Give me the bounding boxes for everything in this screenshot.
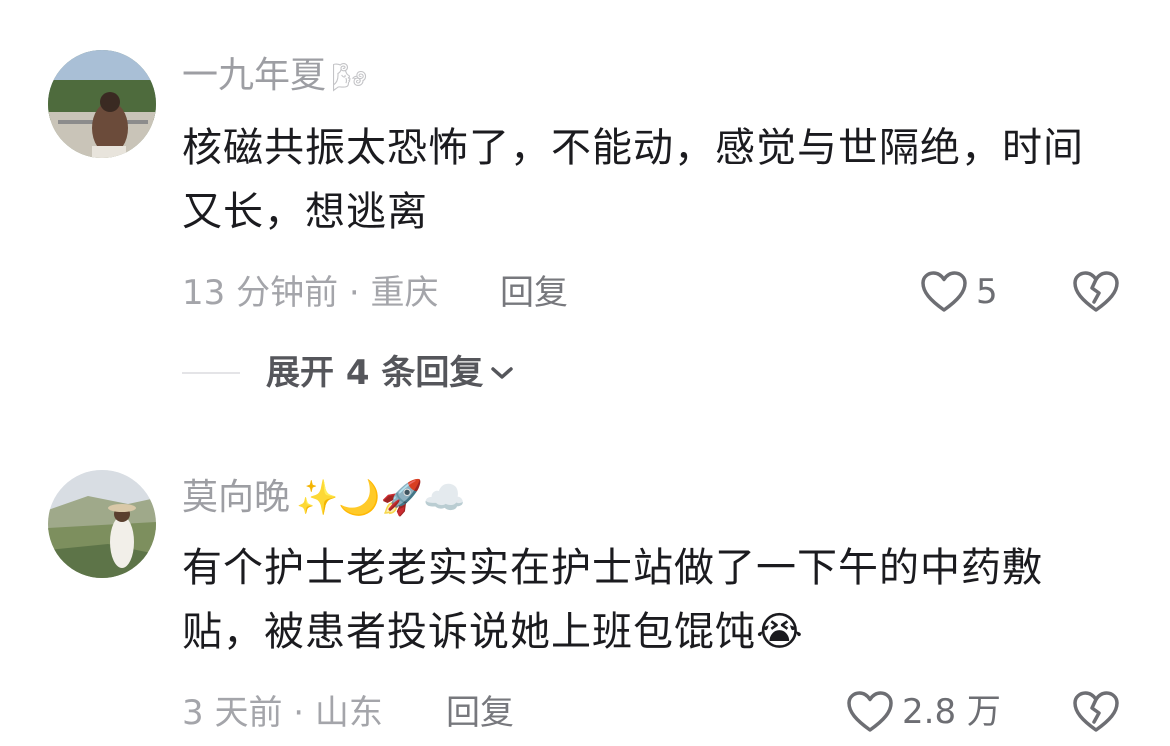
- username[interactable]: 莫向晚 ✨🌙🚀☁️: [182, 480, 465, 516]
- dislike-button[interactable]: [1072, 690, 1120, 738]
- chevron-down-icon: [491, 367, 514, 379]
- broken-heart-icon: [1073, 271, 1119, 312]
- avatar-image: [48, 470, 156, 578]
- broken-heart-icon: [1073, 691, 1119, 732]
- like-button[interactable]: 5: [920, 270, 998, 314]
- expand-replies-button[interactable]: 展开 4 条回复: [182, 356, 515, 390]
- like-count: 2.8 万: [902, 692, 1001, 732]
- comment-meta: 3 天前 · 山东: [182, 693, 383, 733]
- divider-line: [182, 372, 240, 374]
- heart-outline-icon: [921, 271, 967, 312]
- username-decor-emoji: ✨🌙🚀☁️: [296, 478, 466, 518]
- username-text: 一九年夏: [182, 55, 327, 96]
- username[interactable]: 一九年夏 🌬: [182, 58, 368, 94]
- username-text: 莫向晚: [182, 477, 291, 518]
- avatar-image: [48, 50, 156, 158]
- like-button[interactable]: 2.8 万: [846, 690, 1001, 734]
- dislike-button[interactable]: [1072, 270, 1120, 318]
- heart-outline-icon: [847, 691, 893, 732]
- comment-meta: 13 分钟前 · 重庆: [182, 273, 439, 313]
- comment-text: 有个护士老老实实在护士站做了一下午的中药敷贴，被患者投诉说她上班包馄饨😭: [182, 545, 1043, 655]
- username-decor-emoji: 🌬: [332, 61, 368, 94]
- avatar[interactable]: [48, 470, 156, 578]
- expand-replies-label: 展开 4 条回复: [266, 353, 484, 393]
- avatar[interactable]: [48, 50, 156, 158]
- comment-text: 核磁共振太恐怖了，不能动，感觉与世隔绝，时间又长，想逃离: [182, 125, 1084, 235]
- like-count: 5: [976, 272, 998, 312]
- reply-button[interactable]: 回复: [446, 696, 514, 730]
- reply-button[interactable]: 回复: [500, 276, 568, 310]
